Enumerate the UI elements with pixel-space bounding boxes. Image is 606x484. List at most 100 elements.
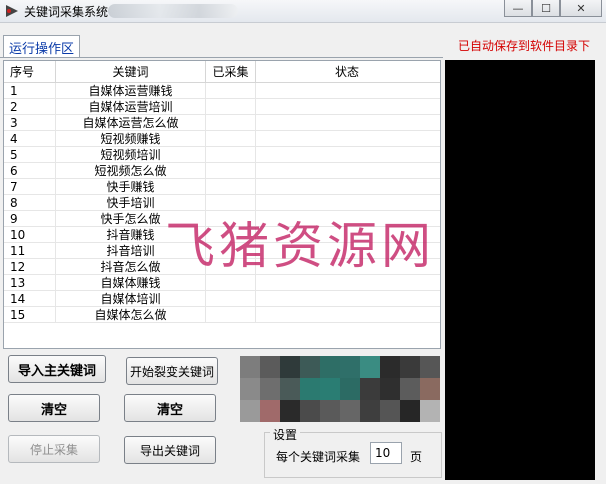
column-header-collected[interactable]: 已采集 [206,61,256,82]
row-collected [206,83,256,98]
row-status [256,115,438,130]
pages-input[interactable]: 10 [370,442,402,464]
mosaic-block [340,400,360,422]
table-row[interactable]: 2 自媒体运营培训 [4,99,440,115]
mosaic-block [240,378,260,400]
table-row[interactable]: 15 自媒体怎么做 [4,307,440,323]
row-number: 15 [4,307,56,322]
row-status [256,163,438,178]
row-status [256,131,438,146]
redacted-mosaic-image [240,356,440,424]
mosaic-block [400,356,420,378]
row-keyword: 自媒体运营赚钱 [56,83,206,98]
row-number: 12 [4,259,56,274]
export-keywords-button[interactable]: 导出关键词 [124,436,216,464]
autosave-notice: 已自动保存到软件目录下 [458,39,591,53]
log-panel [445,60,595,480]
table-header: 序号 关键词 已采集 状态 [4,61,440,83]
start-expand-keywords-button[interactable]: 开始裂变关键词 [126,357,218,385]
row-number: 10 [4,227,56,242]
mosaic-block [240,400,260,422]
mosaic-block [340,356,360,378]
row-collected [206,99,256,114]
row-collected [206,307,256,322]
row-number: 13 [4,275,56,290]
row-status [256,99,438,114]
mosaic-block [400,400,420,422]
row-number: 11 [4,243,56,258]
row-collected [206,147,256,162]
table-row[interactable]: 6 短视频怎么做 [4,163,440,179]
row-keyword: 自媒体运营培训 [56,99,206,114]
table-row[interactable]: 14 自媒体培训 [4,291,440,307]
table-row[interactable]: 7 快手赚钱 [4,179,440,195]
tab-operation-area[interactable]: 运行操作区 [3,35,80,58]
clear-right-button[interactable]: 清空 [124,394,216,422]
row-number: 2 [4,99,56,114]
minimize-button[interactable]: — [504,0,532,17]
mosaic-block [300,400,320,422]
mosaic-block [320,400,340,422]
mosaic-block [420,356,440,378]
row-keyword: 自媒体培训 [56,291,206,306]
mosaic-block [320,378,340,400]
mosaic-block [340,378,360,400]
row-number: 3 [4,115,56,130]
mosaic-block [300,356,320,378]
mosaic-block [280,400,300,422]
mosaic-block [320,356,340,378]
column-header-keyword[interactable]: 关键词 [56,61,206,82]
mosaic-block [240,356,260,378]
maximize-icon: ☐ [541,1,551,15]
row-keyword: 快手赚钱 [56,179,206,194]
settings-group-title: 设置 [270,426,301,443]
table-row[interactable]: 1 自媒体运营赚钱 [4,83,440,99]
mosaic-block [260,400,280,422]
watermark-text: 飞猪资源网 [165,217,435,275]
mosaic-block [300,378,320,400]
row-keyword: 自媒体怎么做 [56,307,206,322]
maximize-button[interactable]: ☐ [532,0,560,17]
import-main-keywords-button[interactable]: 导入主关键词 [8,355,106,383]
row-keyword: 自媒体运营怎么做 [56,115,206,130]
mosaic-block [260,356,280,378]
table-row[interactable]: 3 自媒体运营怎么做 [4,115,440,131]
keyword-table[interactable]: 序号 关键词 已采集 状态 1 自媒体运营赚钱 2 自媒体运营培训 3 自媒体运营怎么做 4… [3,60,441,349]
mosaic-block [260,378,280,400]
app-icon [6,5,18,17]
clear-left-button[interactable]: 清空 [8,394,100,422]
row-keyword: 短视频培训 [56,147,206,162]
table-row[interactable]: 5 短视频培训 [4,147,440,163]
row-status [256,179,438,194]
row-keyword: 短视频怎么做 [56,163,206,178]
mosaic-block [420,400,440,422]
row-collected [206,179,256,194]
row-collected [206,163,256,178]
stop-collect-button[interactable]: 停止采集 [8,435,100,463]
title-bar: 关键词采集系统 — ☐ ✕ [0,0,606,23]
column-header-status[interactable]: 状态 [256,61,438,82]
window-title: 关键词采集系统 [24,5,109,19]
row-collected [206,115,256,130]
mosaic-block [400,378,420,400]
row-number: 8 [4,195,56,210]
title-redaction-blur [108,4,238,18]
mosaic-block [360,378,380,400]
row-number: 4 [4,131,56,146]
mosaic-block [360,356,380,378]
table-body: 1 自媒体运营赚钱 2 自媒体运营培训 3 自媒体运营怎么做 4 短视频赚钱 5 短视频培训 6 短视… [4,83,440,323]
row-status [256,83,438,98]
pages-unit-label: 页 [410,450,423,464]
mosaic-block [280,378,300,400]
row-collected [206,131,256,146]
row-number: 7 [4,179,56,194]
tab-divider [0,57,443,58]
row-status [256,291,438,306]
row-number: 6 [4,163,56,178]
close-button[interactable]: ✕ [560,0,602,17]
column-header-number[interactable]: 序号 [4,61,56,82]
table-row[interactable]: 4 短视频赚钱 [4,131,440,147]
mosaic-block [420,378,440,400]
close-icon: ✕ [576,1,586,15]
per-keyword-label: 每个关键词采集 [276,450,361,464]
